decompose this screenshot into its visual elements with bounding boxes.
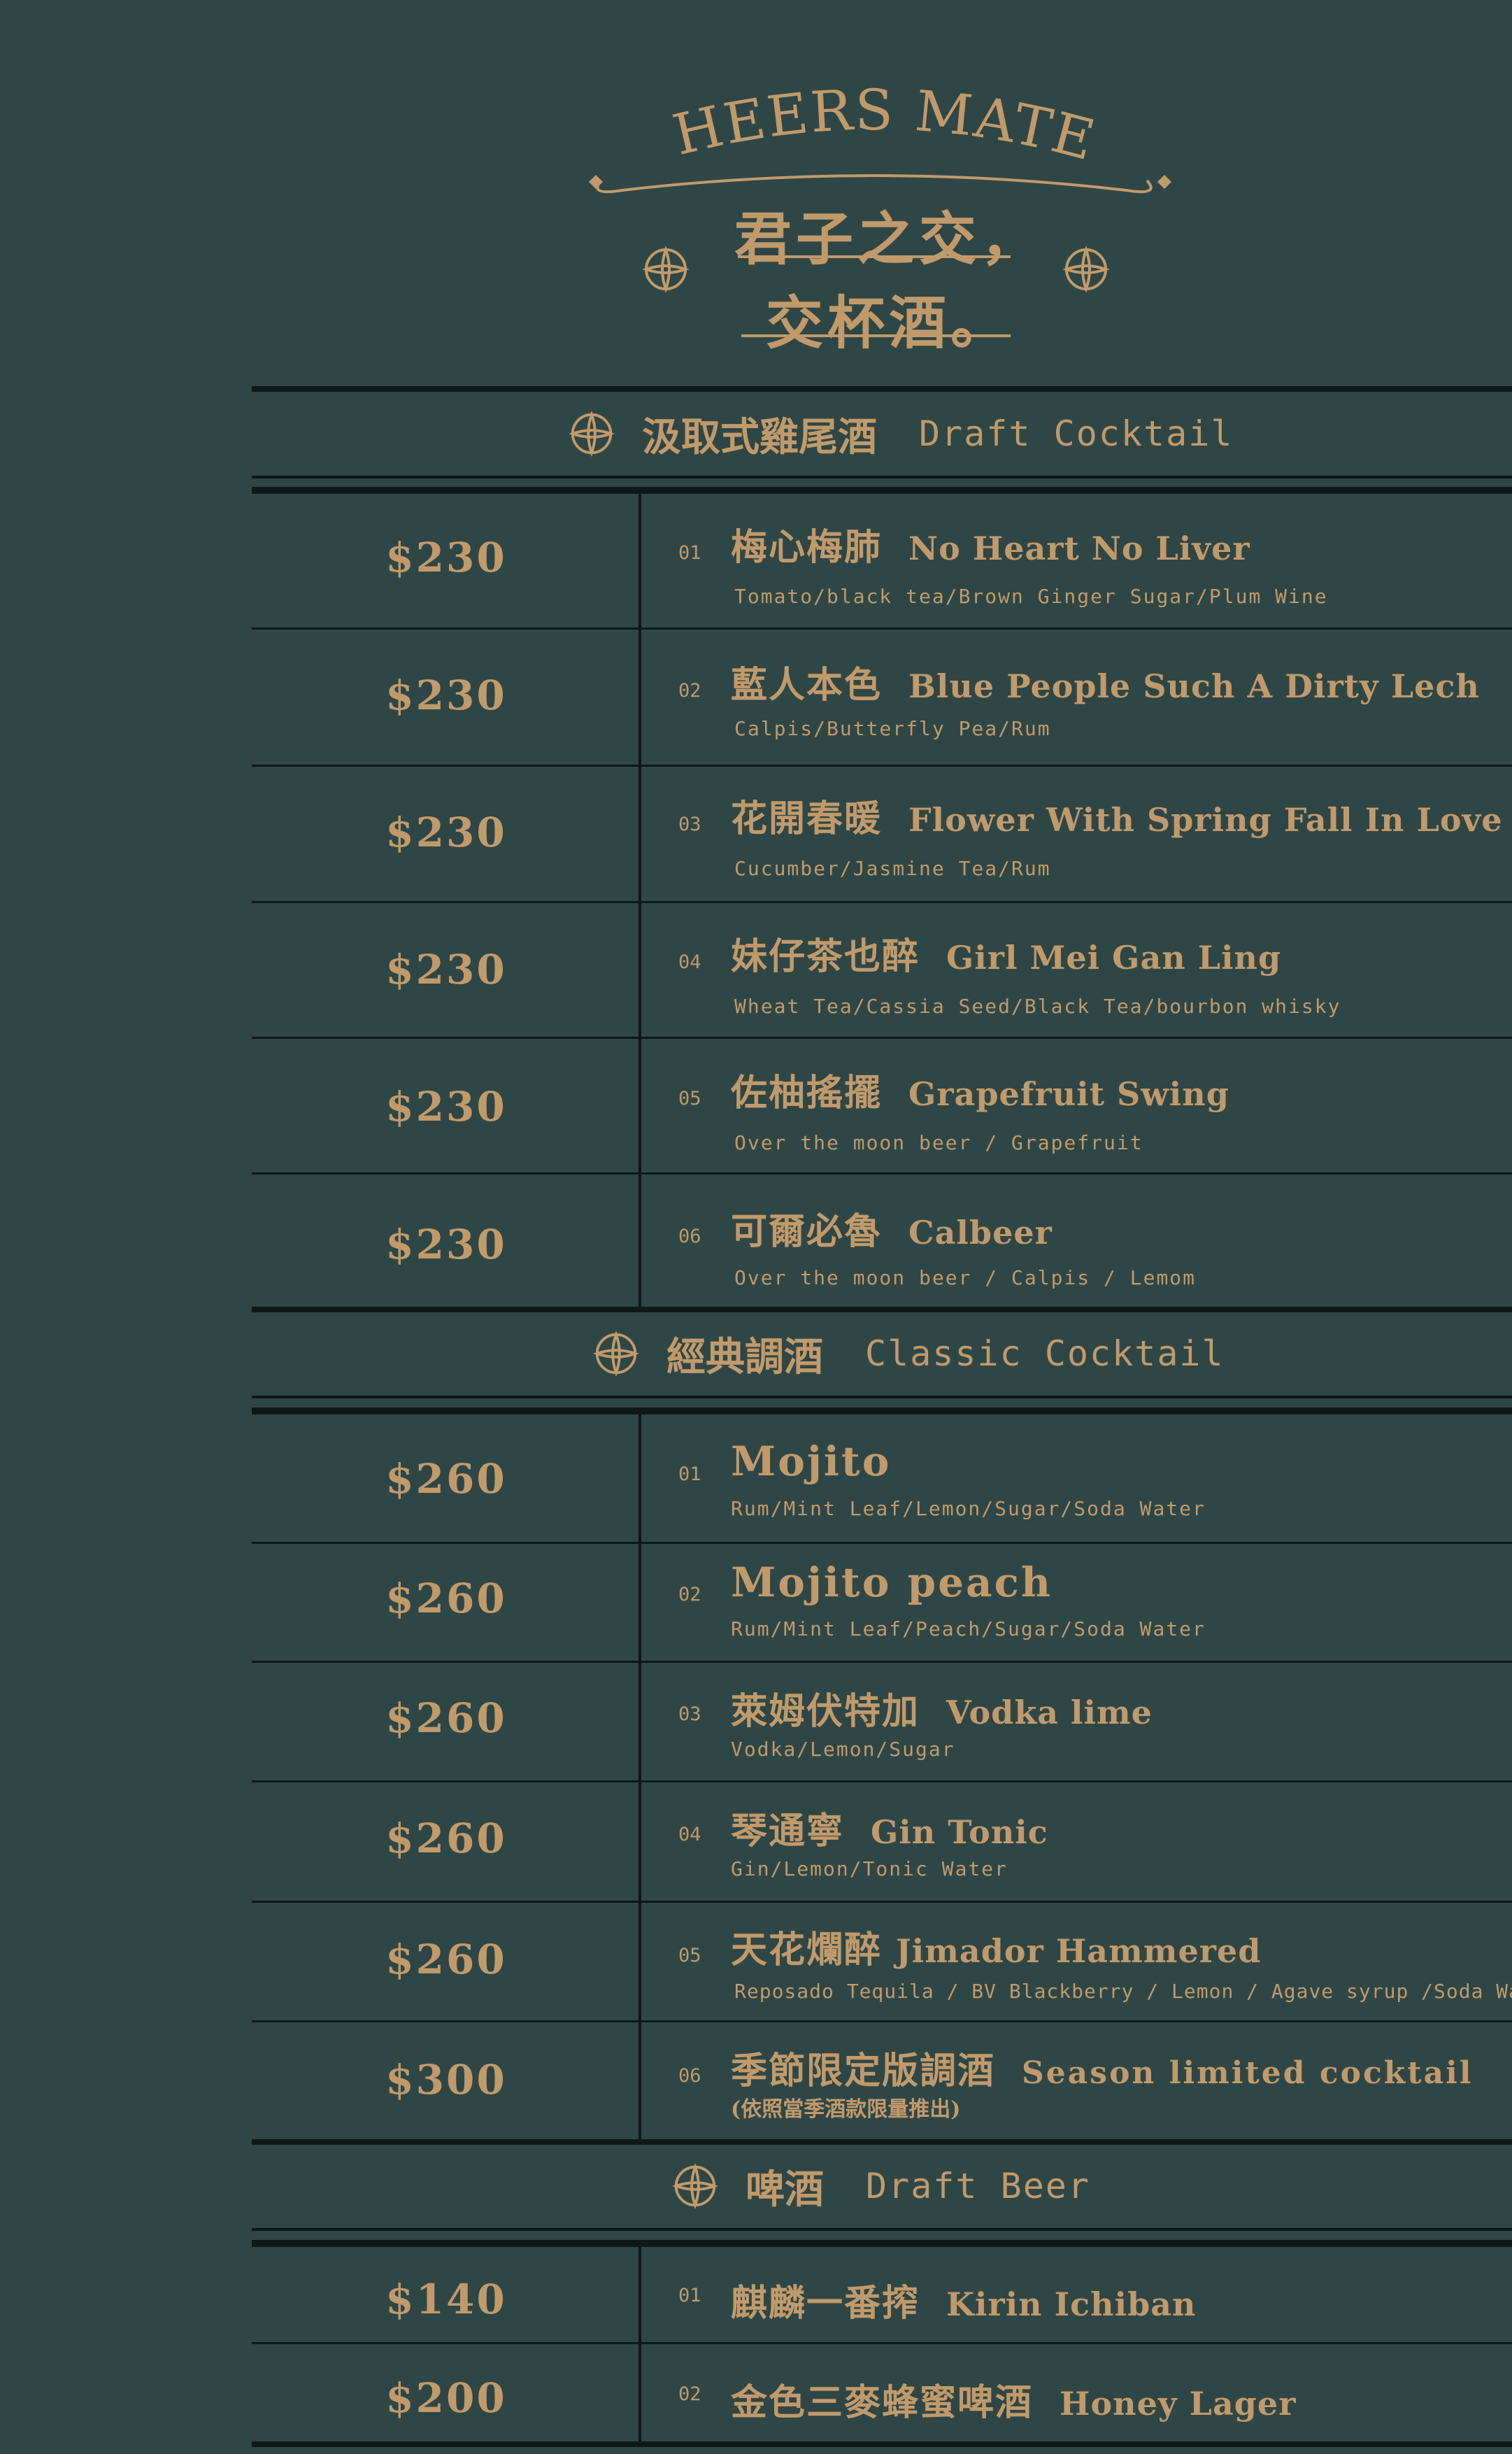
row-rule (252, 1172, 1512, 1175)
section-title-en: Draft Cocktail (919, 413, 1234, 454)
item-number: 02 (678, 1584, 701, 1605)
item-number: 04 (678, 1824, 701, 1845)
rule (252, 2240, 1512, 2247)
price: $260 (385, 1694, 507, 1742)
row-rule (252, 627, 1512, 630)
item-description: Rum/Mint Leaf/Lemon/Sugar/Soda Water (731, 1497, 1206, 1520)
price: $260 (385, 1936, 507, 1983)
row-rule (252, 1661, 1512, 1663)
item-name: 梅心梅肺 No Heart No Liver (731, 526, 1250, 569)
section-title-en: Draft Beer (866, 2166, 1091, 2206)
row-rule (252, 1542, 1512, 1544)
rule (252, 1407, 1512, 1414)
item-name: 琴通寧 Gin Tonic (731, 1810, 1048, 1852)
item-number: 02 (678, 680, 701, 702)
item-name: 天花爛醉 Jimador Hammered (731, 1929, 1262, 1971)
item-name: 金色三麥蜂蜜啤酒 Honey Lager (731, 2381, 1297, 2424)
section-title-cn: 經典調酒 (666, 1334, 823, 1380)
price: $260 (385, 1815, 507, 1862)
item-name: Mojito (731, 1438, 892, 1485)
row-rule (252, 2020, 1512, 2022)
header-underline-2 (741, 334, 1011, 337)
section-title-cn: 啤酒 (746, 2166, 824, 2213)
section-title-cn: 汲取式雞尾酒 (642, 414, 877, 460)
cheers-arc-title: CHEERS MATE! (559, 70, 1171, 194)
row-rule (252, 1037, 1512, 1039)
item-name: 妹仔茶也醉 Girl Mei Gan Ling (731, 935, 1282, 978)
compass-ornament-icon (670, 2161, 720, 2211)
section-header-draft-beer: 啤酒 Draft Beer (670, 2148, 1090, 2225)
compass-ornament-icon (1062, 246, 1110, 293)
rule (252, 487, 1512, 494)
price: $140 (385, 2276, 507, 2323)
compass-ornament-icon (591, 1328, 641, 1379)
header-underline-1 (738, 255, 1011, 258)
price: $300 (385, 2056, 507, 2104)
item-description: Wheat Tea/Cassia Seed/Black Tea/bourbon … (734, 995, 1341, 1018)
rule (252, 2139, 1512, 2145)
price: $230 (385, 672, 507, 719)
rule (252, 2228, 1512, 2231)
column-divider (639, 1414, 641, 2142)
item-description: Over the moon beer / Calpis / Lemom (734, 1266, 1197, 1289)
item-number: 03 (678, 1703, 701, 1725)
section-header-draft-cocktail: 汲取式雞尾酒 Draft Cocktail (566, 395, 1233, 472)
item-description: Vodka/Lemon/Sugar (731, 1738, 955, 1761)
item-description: Rum/Mint Leaf/Peach/Sugar/Soda Water (731, 1617, 1206, 1640)
item-number: 01 (678, 1463, 701, 1485)
row-rule (252, 901, 1512, 903)
price: $230 (385, 946, 507, 993)
item-description: Tomato/black tea/Brown Ginger Sugar/Plum… (734, 585, 1328, 608)
item-note: (依照當季酒款限量推出) (731, 2097, 961, 2122)
item-number: 03 (678, 814, 701, 835)
item-number: 05 (678, 1088, 701, 1109)
rule (252, 2441, 1512, 2447)
section-header-classic-cocktail: 經典調酒 Classic Cocktail (591, 1315, 1225, 1392)
row-rule (252, 1780, 1512, 1782)
item-number: 01 (678, 2285, 701, 2306)
row-rule (252, 765, 1512, 767)
price: $230 (385, 534, 507, 581)
item-name: 佐柚搖擺 Grapefruit Swing (731, 1072, 1229, 1114)
price: $230 (385, 1083, 507, 1130)
header-line-1: 君子之交， (734, 206, 1043, 273)
compass-ornament-icon (642, 246, 690, 293)
price: $260 (385, 1455, 507, 1503)
rule (252, 386, 1512, 392)
item-number: 02 (678, 2383, 701, 2405)
item-number: 06 (678, 1226, 701, 1247)
cheers-text: CHEERS MATE! (559, 70, 1101, 173)
item-name: 季節限定版調酒 Season limited cocktail (731, 2050, 1474, 2092)
section-title-en: Classic Cocktail (865, 1333, 1225, 1374)
price: $200 (385, 2374, 507, 2422)
item-description: Cucumber/Jasmine Tea/Rum (734, 857, 1051, 880)
svg-text:CHEERS MATE!: CHEERS MATE! (559, 70, 1102, 173)
rule (252, 1307, 1512, 1312)
item-description: Over the moon beer / Grapefruit (734, 1131, 1143, 1154)
item-description: Gin/Lemon/Tonic Water (731, 1857, 1008, 1880)
item-name: 可爾必魯 Calbeer (731, 1210, 1053, 1253)
header-line-2: 交杯酒。 (766, 290, 1013, 357)
price: $260 (385, 1575, 507, 1622)
row-rule (252, 2342, 1512, 2344)
item-name: 麒麟一番搾 Kirin Ichiban (731, 2282, 1197, 2325)
item-name: 花開春暖 Flower With Spring Fall In Love (731, 797, 1503, 840)
item-name: 萊姆伏特加 Vodka lime (731, 1690, 1153, 1733)
item-description: Calpis/Butterfly Pea/Rum (734, 717, 1051, 740)
item-number: 04 (678, 951, 701, 973)
rule (252, 476, 1512, 478)
row-rule (252, 1901, 1512, 1903)
rule (252, 1396, 1512, 1398)
item-number: 01 (678, 542, 701, 564)
price: $230 (385, 809, 507, 856)
item-name: Mojito peach (731, 1559, 1053, 1606)
item-description: Reposado Tequila / BV Blackberry / Lemon… (734, 1980, 1512, 2003)
compass-ornament-icon (566, 409, 617, 459)
item-number: 05 (678, 1945, 701, 1966)
item-number: 06 (678, 2065, 701, 2087)
item-name: 藍人本色 Blue People Such A Dirty Lech (731, 664, 1480, 707)
price: $230 (385, 1221, 507, 1268)
